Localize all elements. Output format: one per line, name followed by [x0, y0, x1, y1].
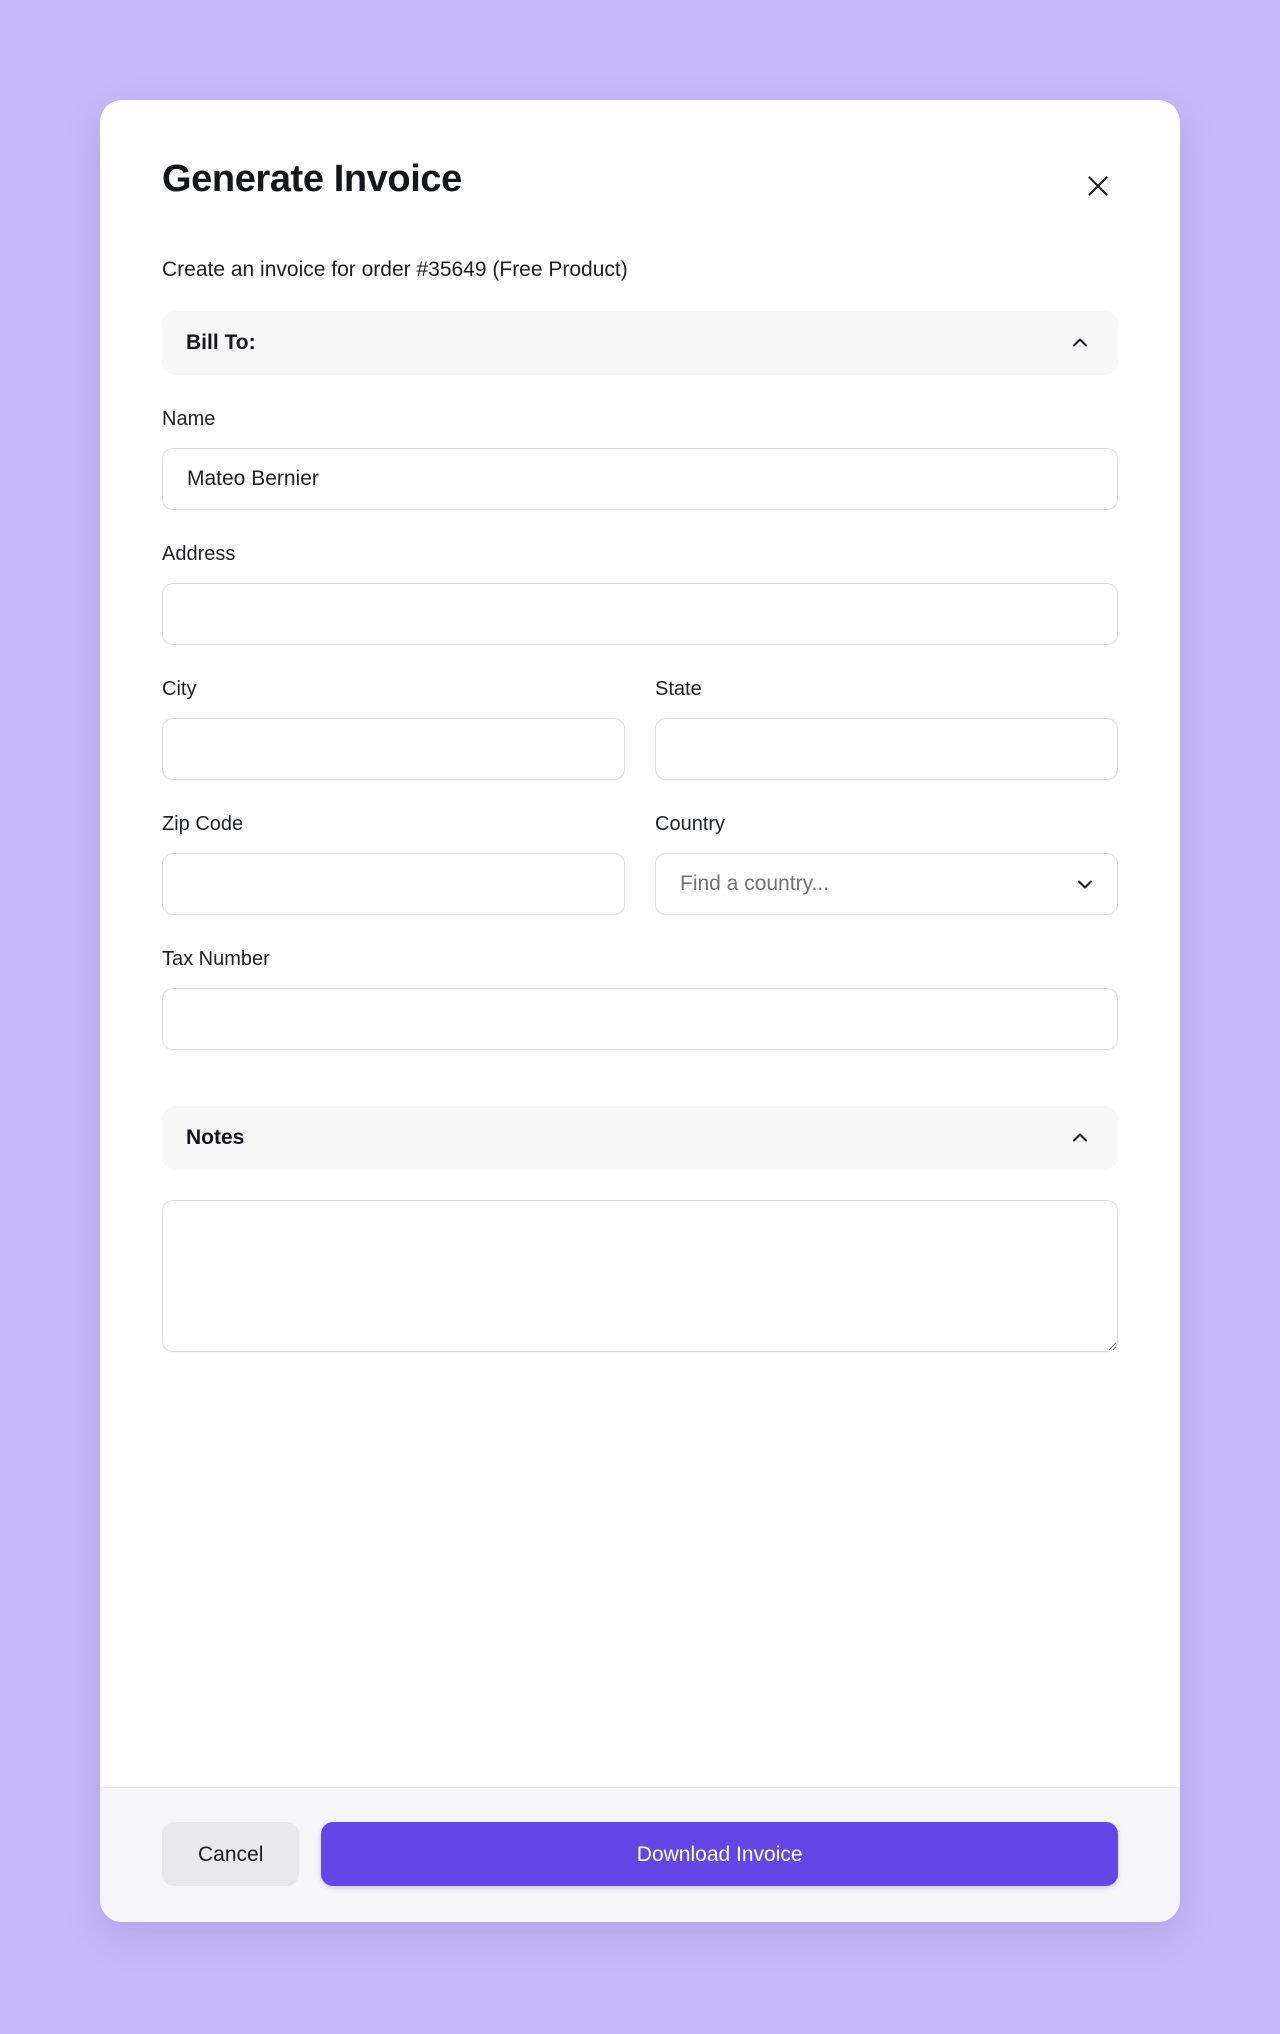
body-bottom-spacer — [100, 1352, 1180, 1392]
download-invoice-button[interactable]: Download Invoice — [321, 1822, 1118, 1886]
field-label-tax-number: Tax Number — [162, 948, 270, 971]
field-country: Country — [655, 812, 1118, 916]
country-select-wrapper — [655, 853, 1118, 916]
field-zip-code: Zip Code — [162, 812, 625, 916]
section-header-bill-to[interactable]: Bill To: — [162, 311, 1118, 376]
address-input[interactable] — [162, 583, 1118, 646]
field-label-country: Country — [655, 813, 726, 836]
city-input[interactable] — [162, 718, 625, 781]
field-address: Address — [162, 542, 1118, 646]
modal-footer: Cancel Download Invoice — [100, 1787, 1180, 1922]
state-input[interactable] — [655, 718, 1118, 781]
modal-subtitle: Create an invoice for order #35649 (Free… — [162, 258, 628, 281]
field-tax-number: Tax Number — [162, 947, 1118, 1051]
row-city-state: City State — [162, 645, 1118, 781]
field-label-city: City — [162, 678, 197, 701]
section-header-notes[interactable]: Notes — [162, 1106, 1118, 1171]
field-state: State — [655, 677, 1118, 781]
chevron-up-icon — [1069, 1127, 1091, 1149]
modal-header: Generate Invoice — [100, 100, 1180, 208]
page-title: Generate Invoice — [162, 158, 462, 200]
zip-code-input[interactable] — [162, 853, 625, 916]
bill-to-fields: Name Address City State Zip Code — [100, 407, 1180, 1051]
row-zip-country: Zip Code Country — [162, 780, 1118, 916]
field-label-zip-code: Zip Code — [162, 813, 244, 836]
notes-textarea-wrapper — [100, 1200, 1180, 1353]
field-name: Name — [162, 407, 1118, 511]
name-input[interactable] — [162, 448, 1118, 511]
generate-invoice-modal: Generate Invoice Create an invoice for o… — [100, 100, 1180, 1922]
field-city: City — [162, 677, 625, 781]
field-label-name: Name — [162, 408, 216, 431]
field-label-state: State — [655, 678, 702, 701]
country-select[interactable] — [655, 853, 1118, 916]
field-label-address: Address — [162, 543, 236, 566]
cancel-button[interactable]: Cancel — [162, 1822, 300, 1886]
close-icon — [1085, 173, 1111, 199]
section-header-bill-to-label: Bill To: — [186, 331, 256, 355]
tax-number-input[interactable] — [162, 988, 1118, 1051]
section-header-notes-label: Notes — [186, 1126, 245, 1150]
modal-body: Generate Invoice Create an invoice for o… — [100, 100, 1180, 1787]
close-button[interactable] — [1076, 164, 1120, 208]
notes-textarea[interactable] — [162, 1200, 1118, 1353]
chevron-up-icon — [1069, 332, 1091, 354]
